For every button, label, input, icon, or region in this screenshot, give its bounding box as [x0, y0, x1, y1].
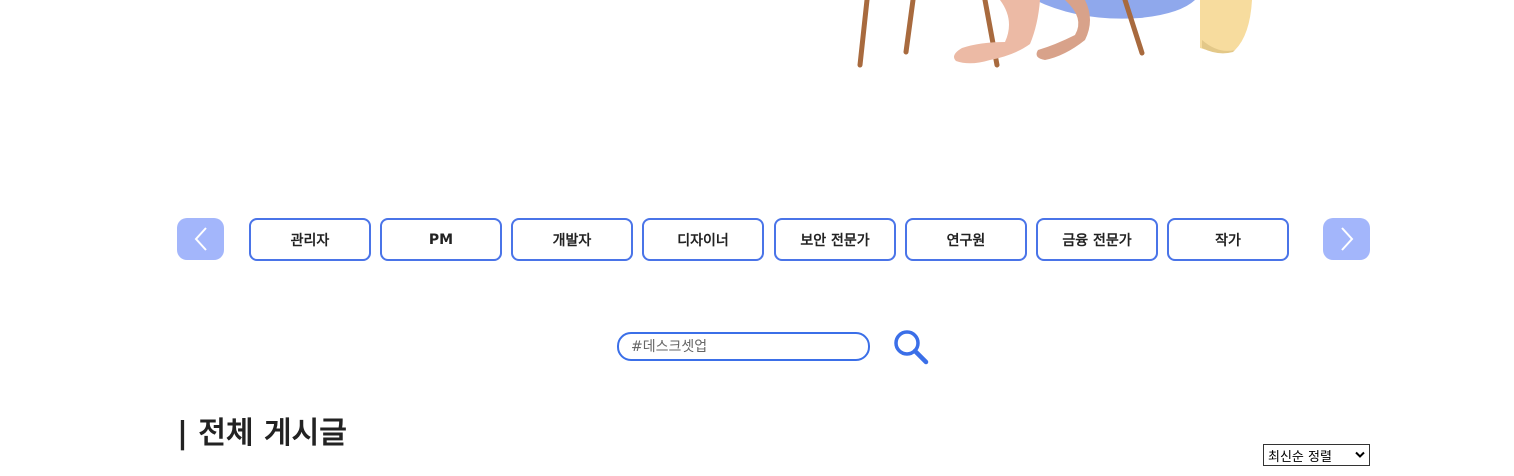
category-button-pm[interactable]: PM	[380, 218, 502, 261]
carousel-prev-button[interactable]	[177, 218, 224, 260]
category-button-security-expert[interactable]: 보안 전문가	[774, 218, 896, 261]
category-button-developer[interactable]: 개발자	[511, 218, 633, 261]
sort-select[interactable]: 최신순 정렬	[1263, 444, 1370, 466]
search-field	[617, 332, 870, 361]
chevron-down-icon	[1355, 451, 1365, 458]
magnifier-icon[interactable]	[893, 329, 929, 365]
chevron-left-icon	[194, 227, 207, 251]
category-button-researcher[interactable]: 연구원	[905, 218, 1027, 261]
category-button-writer[interactable]: 작가	[1167, 218, 1289, 261]
category-button-finance-expert[interactable]: 금융 전문가	[1036, 218, 1158, 261]
carousel-next-button[interactable]	[1323, 218, 1370, 260]
category-button-designer[interactable]: 디자이너	[642, 218, 764, 261]
sort-selected-label: 최신순 정렬	[1268, 449, 1332, 465]
page: 관리자 PM 개발자 디자이너 보안 전문가 연구원 금융 전문가 작가 | 전…	[0, 0, 1514, 476]
category-button-manager[interactable]: 관리자	[249, 218, 371, 261]
chevron-right-icon	[1340, 227, 1353, 251]
hero-illustration	[857, 0, 1252, 68]
search-input[interactable]	[619, 334, 867, 359]
section-title: | 전체 게시글	[177, 416, 347, 451]
